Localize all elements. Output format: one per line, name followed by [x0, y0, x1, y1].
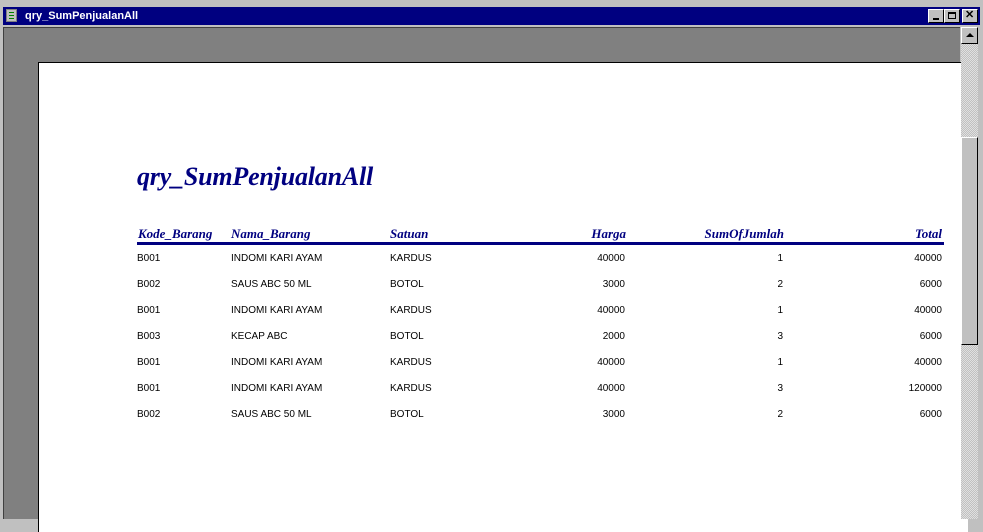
cell-kode-barang: B003 [137, 331, 161, 342]
cell-total: 6000 [919, 331, 942, 342]
cell-nama-barang: INDOMI KARI AYAM [231, 357, 323, 368]
cell-harga: 3000 [602, 279, 625, 290]
cell-total: 6000 [919, 409, 942, 420]
cell-nama-barang: SAUS ABC 50 ML [231, 409, 312, 420]
cell-kode-barang: B001 [137, 253, 161, 264]
cell-nama-barang: INDOMI KARI AYAM [231, 383, 323, 394]
cell-total: 120000 [908, 383, 942, 394]
maximize-button[interactable] [944, 9, 960, 23]
preview-area [3, 27, 968, 532]
report-icon[interactable] [6, 9, 17, 22]
cell-harga: 3000 [602, 409, 625, 420]
cell-total: 40000 [914, 253, 942, 264]
cell-satuan: BOTOL [390, 279, 424, 290]
cell-kode-barang: B002 [137, 279, 161, 290]
cell-total: 6000 [919, 279, 942, 290]
window-border [978, 27, 983, 519]
cell-nama-barang: SAUS ABC 50 ML [231, 279, 312, 290]
cell-total: 40000 [914, 357, 942, 368]
cell-harga: 40000 [597, 357, 625, 368]
column-header-kode-barang: Kode_Barang [138, 226, 213, 241]
cell-sumofjumlah: 1 [777, 253, 783, 264]
report-title: qry_SumPenjualanAll [137, 162, 374, 191]
cell-nama-barang: INDOMI KARI AYAM [231, 253, 323, 264]
cell-satuan: KARDUS [390, 357, 432, 368]
cell-kode-barang: B001 [137, 357, 161, 368]
cell-satuan: BOTOL [390, 409, 424, 420]
cell-harga: 40000 [597, 383, 625, 394]
column-header-harga: Harga [591, 226, 626, 241]
cell-satuan: KARDUS [390, 253, 432, 264]
cell-sumofjumlah: 3 [777, 383, 783, 394]
cell-nama-barang: KECAP ABC [231, 331, 288, 342]
window-title: qry_SumPenjualanAll [25, 10, 139, 22]
cell-sumofjumlah: 2 [777, 279, 783, 290]
cell-satuan: KARDUS [390, 305, 432, 316]
cell-kode-barang: B001 [137, 383, 161, 394]
cell-sumofjumlah: 1 [777, 357, 783, 368]
column-header-sumofjumlah: SumOfJumlah [704, 226, 784, 241]
vertical-scrollbar[interactable] [961, 27, 978, 519]
cell-harga: 2000 [602, 331, 625, 342]
cell-harga: 40000 [597, 305, 625, 316]
report-window: qry_SumPenjualanAll qry_SumPenjualanAll … [0, 0, 983, 532]
cell-sumofjumlah: 2 [777, 409, 783, 420]
column-header-nama-barang: Nama_Barang [231, 226, 311, 241]
cell-total: 40000 [914, 305, 942, 316]
title-bar[interactable]: qry_SumPenjualanAll [3, 7, 980, 25]
column-header-satuan: Satuan [390, 226, 429, 241]
scroll-thumb[interactable] [961, 137, 978, 345]
scroll-up-button[interactable] [961, 27, 978, 44]
column-header-total: Total [915, 226, 942, 241]
cell-kode-barang: B001 [137, 305, 161, 316]
report-page [38, 62, 968, 532]
cell-nama-barang: INDOMI KARI AYAM [231, 305, 323, 316]
cell-kode-barang: B002 [137, 409, 161, 420]
minimize-button[interactable] [928, 9, 944, 23]
cell-sumofjumlah: 1 [777, 305, 783, 316]
header-underline [137, 242, 944, 245]
cell-harga: 40000 [597, 253, 625, 264]
close-button[interactable] [962, 9, 978, 23]
cell-sumofjumlah: 3 [777, 331, 783, 342]
cell-satuan: KARDUS [390, 383, 432, 394]
cell-satuan: BOTOL [390, 331, 424, 342]
